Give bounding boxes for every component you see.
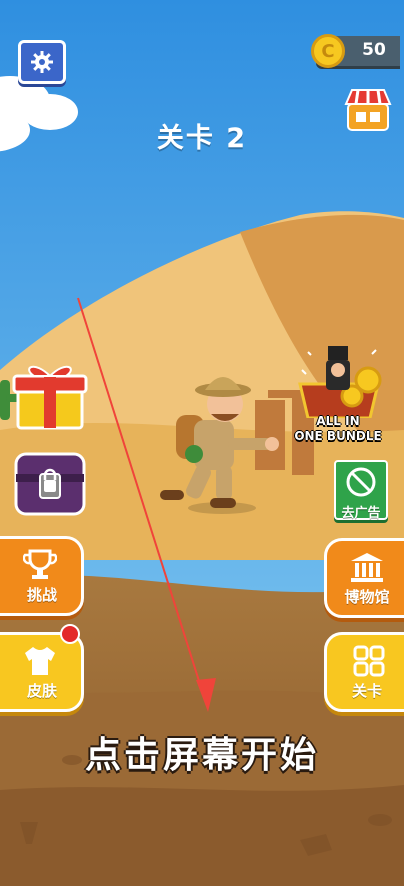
red-arrow-overlay [77, 297, 216, 712]
arrow-head-icon [196, 678, 216, 712]
game-screen[interactable]: C 50 关卡 2 ALL IN ONE BUNDLE 去广告 挑战 皮肤 博物… [0, 0, 404, 886]
